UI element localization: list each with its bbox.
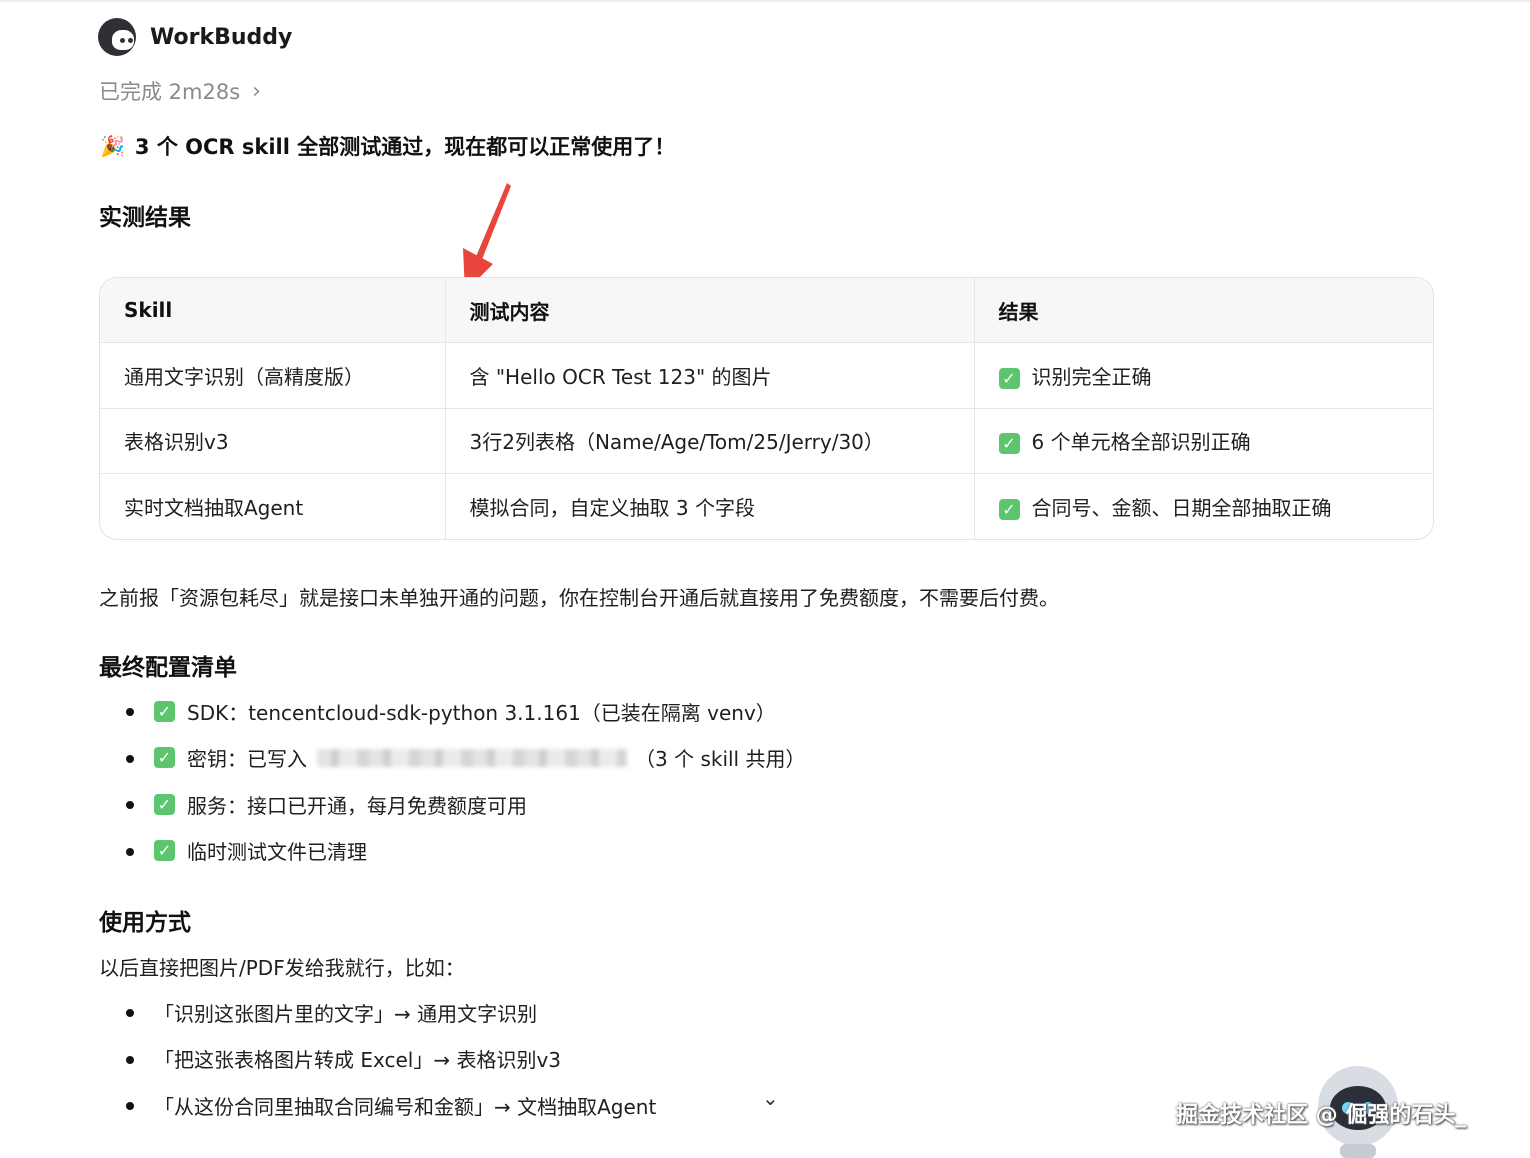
table-cell: ✓ 识别完全正确: [974, 342, 1433, 409]
message-header: WorkBuddy: [98, 18, 292, 56]
check-icon: ✓: [998, 499, 1020, 521]
table-cell: 通用文字识别（高精度版）: [100, 342, 446, 409]
column-header: 测试内容: [445, 278, 975, 343]
table-row: 通用文字识别（高精度版） 含 "Hello OCR Test 123" 的图片 …: [100, 342, 1433, 409]
app-name: WorkBuddy: [150, 24, 293, 50]
check-icon: ✓: [998, 433, 1020, 455]
table-cell: 实时文档抽取Agent: [100, 473, 446, 539]
table-cell: 表格识别v3: [100, 408, 446, 475]
config-list: ✓ SDK：tencentcloud-sdk-python 3.1.161（已装在…: [126, 688, 805, 874]
table-header-row: Skill 测试内容 结果: [100, 278, 1433, 343]
check-icon: ✓: [154, 793, 175, 815]
list-item-suffix: （3 个 skill 共用）: [635, 747, 806, 772]
list-item-text: 临时测试文件已清理: [187, 840, 367, 865]
table-cell: 模拟合同，自定义抽取 3 个字段: [445, 473, 975, 539]
result-text: 合同号、金额、日期全部抽取正确: [1031, 496, 1332, 521]
list-item-text: SDK：tencentcloud-sdk-python 3.1.161（已装在隔…: [187, 700, 776, 725]
list-item-text: 「把这张表格图片转成 Excel」→ 表格识别v3: [154, 1048, 562, 1073]
status-text: 已完成 2m28s: [99, 80, 241, 104]
results-table: Skill 测试内容 结果 通用文字识别（高精度版） 含 "Hello OCR …: [99, 277, 1434, 540]
check-icon: ✓: [154, 700, 175, 722]
party-popper-icon: 🎉: [100, 134, 125, 158]
list-item: 「从这份合同里抽取合同编号和金额」→ 文档抽取Agent: [126, 1082, 656, 1129]
usage-intro: 以后直接把图片/PDF发给我就行，比如：: [99, 956, 465, 980]
list-item-text: 密钥：已写入: [187, 747, 307, 772]
list-item: ✓ 密钥：已写入 （3 个 skill 共用）: [126, 735, 805, 782]
table-cell: 3行2列表格（Name/Age/Tom/25/Jerry/30）: [445, 408, 975, 475]
list-item: ✓ 临时测试文件已清理: [126, 828, 805, 875]
list-item: 「识别这张图片里的文字」→ 通用文字识别: [126, 989, 656, 1036]
list-item-text: 「从这份合同里抽取合同编号和金额」→ 文档抽取Agent: [154, 1094, 657, 1119]
check-icon: ✓: [154, 747, 175, 769]
top-divider: [0, 0, 1530, 2]
redacted-secret: [317, 748, 627, 767]
usage-list: 「识别这张图片里的文字」→ 通用文字识别 「把这张表格图片转成 Excel」→ …: [126, 989, 656, 1129]
column-header: 结果: [974, 278, 1433, 343]
chevron-down-icon[interactable]: ⌄: [762, 1086, 779, 1110]
list-item-text: 服务：接口已开通，每月免费额度可用: [187, 793, 527, 818]
workbuddy-avatar: [98, 18, 136, 56]
watermark: 掘金技术社区 @ 倔强的石头_: [1176, 1103, 1467, 1128]
table-cell: ✓ 6 个单元格全部识别正确: [974, 408, 1433, 475]
column-header: Skill: [100, 278, 446, 343]
table-cell: 含 "Hello OCR Test 123" 的图片: [445, 342, 975, 409]
table-cell: ✓ 合同号、金额、日期全部抽取正确: [974, 474, 1433, 539]
table-row: 实时文档抽取Agent 模拟合同，自定义抽取 3 个字段 ✓ 合同号、金额、日期全…: [100, 473, 1433, 539]
result-text: 6 个单元格全部识别正确: [1031, 430, 1251, 455]
config-heading: 最终配置清单: [99, 655, 237, 681]
list-item: 「把这张表格图片转成 Excel」→ 表格识别v3: [126, 1036, 656, 1083]
check-icon: ✓: [154, 840, 175, 862]
results-heading: 实测结果: [99, 205, 191, 231]
completion-status[interactable]: 已完成 2m28s ›: [99, 76, 261, 106]
usage-heading: 使用方式: [99, 910, 191, 936]
result-text: 识别完全正确: [1031, 364, 1152, 389]
note-paragraph: 之前报「资源包耗尽」就是接口未单独开通的问题，你在控制台开通后就直接用了免费额度…: [99, 586, 1059, 610]
list-item: ✓ SDK：tencentcloud-sdk-python 3.1.161（已装在…: [126, 688, 805, 735]
chevron-right-icon[interactable]: ›: [252, 79, 261, 104]
list-item-text: 「识别这张图片里的文字」→ 通用文字识别: [154, 1001, 538, 1026]
headline-text: 3 个 OCR skill 全部测试通过，现在都可以正常使用了！: [134, 135, 676, 159]
list-item: ✓ 服务：接口已开通，每月免费额度可用: [126, 781, 805, 828]
headline: 🎉 3 个 OCR skill 全部测试通过，现在都可以正常使用了！: [100, 131, 675, 161]
check-icon: ✓: [998, 367, 1020, 389]
table-row: 表格识别v3 3行2列表格（Name/Age/Tom/25/Jerry/30） …: [100, 408, 1433, 475]
